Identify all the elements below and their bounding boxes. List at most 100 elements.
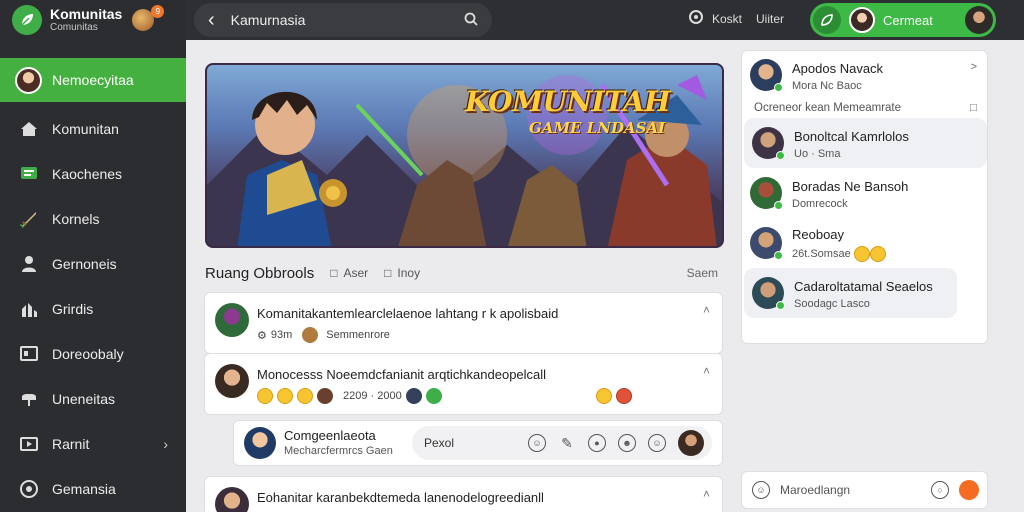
brand[interactable]: Komunitas Comunitas 9	[0, 0, 186, 40]
emoji-icon[interactable]	[257, 388, 273, 404]
top-link-1[interactable]: Koskt	[712, 12, 742, 26]
member-status: Domrecock	[792, 197, 848, 210]
reply-subtitle: Mecharcfermrcs Gaen	[284, 445, 393, 458]
sidebar-item-label: Nemoecyitaa	[52, 72, 134, 88]
back-icon[interactable]: ‹	[208, 9, 215, 32]
chat-icon[interactable]: □	[970, 102, 977, 114]
room-header: Ruang Obbrools □ Aser □ Inoy Saem	[205, 262, 724, 284]
search-input[interactable]: Kamurnasia	[231, 12, 306, 28]
refresh-icon[interactable]	[688, 9, 704, 28]
attach-icon[interactable]: ✎	[558, 434, 576, 452]
emoji-icon[interactable]	[615, 388, 632, 404]
avatar	[425, 388, 442, 404]
panel-caption-text: Ocreneor kean Memeamrate	[754, 102, 902, 114]
sidebar-item-gemansia[interactable]: Gemansia	[0, 466, 186, 511]
smile-icon[interactable]: ☺	[648, 434, 666, 452]
attach-icon[interactable]: ○	[931, 481, 949, 499]
chevron-right-icon[interactable]: ›	[163, 436, 168, 452]
member-name: Boradas Ne Bansoh	[792, 178, 909, 194]
room-right-link[interactable]: Saem	[687, 266, 724, 280]
send-button[interactable]	[959, 480, 979, 500]
avatar	[317, 388, 333, 404]
member-status: Uo · Sma	[794, 147, 841, 160]
avatar	[215, 303, 249, 337]
avatar	[750, 177, 783, 210]
avatar	[849, 7, 875, 33]
list-item[interactable]: Bonoltcal Kamrlolos Uo · Sma	[744, 118, 987, 168]
profile-label: Cermeat	[883, 12, 933, 28]
post-meta: ⚙ 93m Semmenrore	[257, 327, 558, 343]
sidebar-item-komunitan[interactable]: Komunitan	[0, 106, 186, 151]
profile-pill[interactable]: Cermeat	[810, 3, 996, 37]
sidebar-item-uneneitas[interactable]: Uneneitas	[0, 376, 186, 421]
top-link-2[interactable]: Uiiter	[756, 12, 784, 26]
panel-header[interactable]: Apodos Navack Mora Nc Baoc	[742, 51, 987, 92]
sidebar-item-kaochenes[interactable]: Kaochenes	[0, 151, 186, 196]
avatar	[750, 227, 783, 260]
post-text: Eohanitar karanbekdtemeda lanenodelogree…	[257, 490, 544, 505]
sidebar-item-gernoneis[interactable]: Gernoneis	[0, 241, 186, 286]
panel-subtitle: Mora Nc Baoc	[792, 80, 862, 92]
list-item[interactable]: Reoboay 26t.Somsae	[742, 218, 987, 268]
post-time: 2209 · 2000	[343, 390, 402, 402]
sidebar-item-label: Gemansia	[52, 480, 116, 497]
online-indicator	[776, 151, 785, 160]
reply-input[interactable]: Pexol ☺ ✎ ● ☻ ☺	[412, 426, 712, 460]
tab-aser[interactable]: □ Aser	[330, 266, 368, 280]
emoji-icon	[869, 245, 886, 262]
sidebar-item-rarnit[interactable]: Rarnit ›	[0, 421, 186, 466]
chevron-up-icon[interactable]: ˄	[703, 487, 710, 501]
post-card[interactable]: Komanitakantemlearclelaenoe lahtang r k …	[204, 292, 723, 354]
user-avatar[interactable]	[965, 6, 993, 34]
search-bar[interactable]: ‹ Kamurnasia	[194, 3, 492, 37]
emoji-icon	[853, 245, 870, 262]
avatar	[215, 364, 249, 398]
sidebar-item-doreoobaly[interactable]: Doreoobaly	[0, 331, 186, 376]
home-icon	[19, 119, 39, 139]
close-icon[interactable]: ˃	[971, 61, 977, 73]
members-panel: Apodos Navack Mora Nc Baoc ˃ Ocreneor ke…	[741, 50, 988, 344]
chevron-up-icon[interactable]: ˄	[703, 303, 710, 317]
post-text: Komanitakantemlearclelaenoe lahtang r k …	[257, 306, 559, 321]
sidebar-item-active[interactable]: Nemoecyitaa	[0, 58, 186, 102]
online-indicator	[774, 201, 783, 210]
search-icon[interactable]	[464, 12, 478, 29]
avatar[interactable]	[678, 430, 704, 456]
emoji-icon[interactable]: ☺	[528, 434, 546, 452]
chevron-up-icon[interactable]: ˄	[703, 364, 710, 378]
tab-inoy[interactable]: □ Inoy	[384, 266, 420, 280]
post-author: Semmenrore	[326, 329, 390, 341]
post-card[interactable]: Monocesss Noeemdcfanianit arqtichkandeop…	[204, 353, 723, 415]
person-icon	[19, 254, 39, 274]
sidebar-item-kornels[interactable]: Kornels	[0, 196, 186, 241]
sticker-icon[interactable]: ☻	[618, 434, 636, 452]
post-card[interactable]: Eohanitar karanbekdtemeda lanenodelogree…	[204, 476, 723, 512]
member-name: Reoboay	[792, 226, 845, 242]
list-item[interactable]: Cadaroltatamal Seaelos Soodagc Lasco	[744, 268, 957, 318]
avatar	[752, 127, 785, 160]
emoji-icon[interactable]	[277, 388, 293, 404]
top-links: Koskt Uiiter	[688, 9, 784, 28]
compose-bar[interactable]: ☺ Maroedlangn ○	[741, 471, 988, 509]
tab-label: Aser	[343, 266, 369, 280]
brand-avatar[interactable]: 9	[132, 5, 165, 31]
group-icon	[19, 299, 39, 319]
room-title: Ruang Obbrools	[205, 264, 315, 282]
online-indicator	[776, 301, 785, 310]
compose-input[interactable]: Maroedlangn	[780, 483, 921, 497]
banner-subtitle: GAME LNDASAI	[529, 119, 666, 137]
sidebar-item-grirdis[interactable]: Grirdis	[0, 286, 186, 331]
hero-banner[interactable]: KOMUNITAH GAME LNDASAI	[205, 63, 724, 248]
reply-card[interactable]: Comgeenlaeota Mecharcfermrcs Gaen Pexol …	[233, 420, 723, 466]
banner-title: KOMUNITAH	[465, 85, 671, 118]
record-icon[interactable]: ●	[588, 434, 606, 452]
avatar	[750, 59, 783, 92]
emoji-icon[interactable]	[595, 388, 612, 404]
brand-logo-icon	[12, 5, 42, 35]
sidebar-item-label: Grirdis	[52, 300, 94, 317]
brand-title: Komunitas	[50, 6, 123, 22]
emoji-icon[interactable]	[297, 388, 313, 404]
sidebar-item-label: Doreoobaly	[52, 345, 124, 362]
list-item[interactable]: Boradas Ne Bansoh Domrecock	[742, 168, 987, 218]
emoji-icon[interactable]: ☺	[752, 481, 770, 499]
